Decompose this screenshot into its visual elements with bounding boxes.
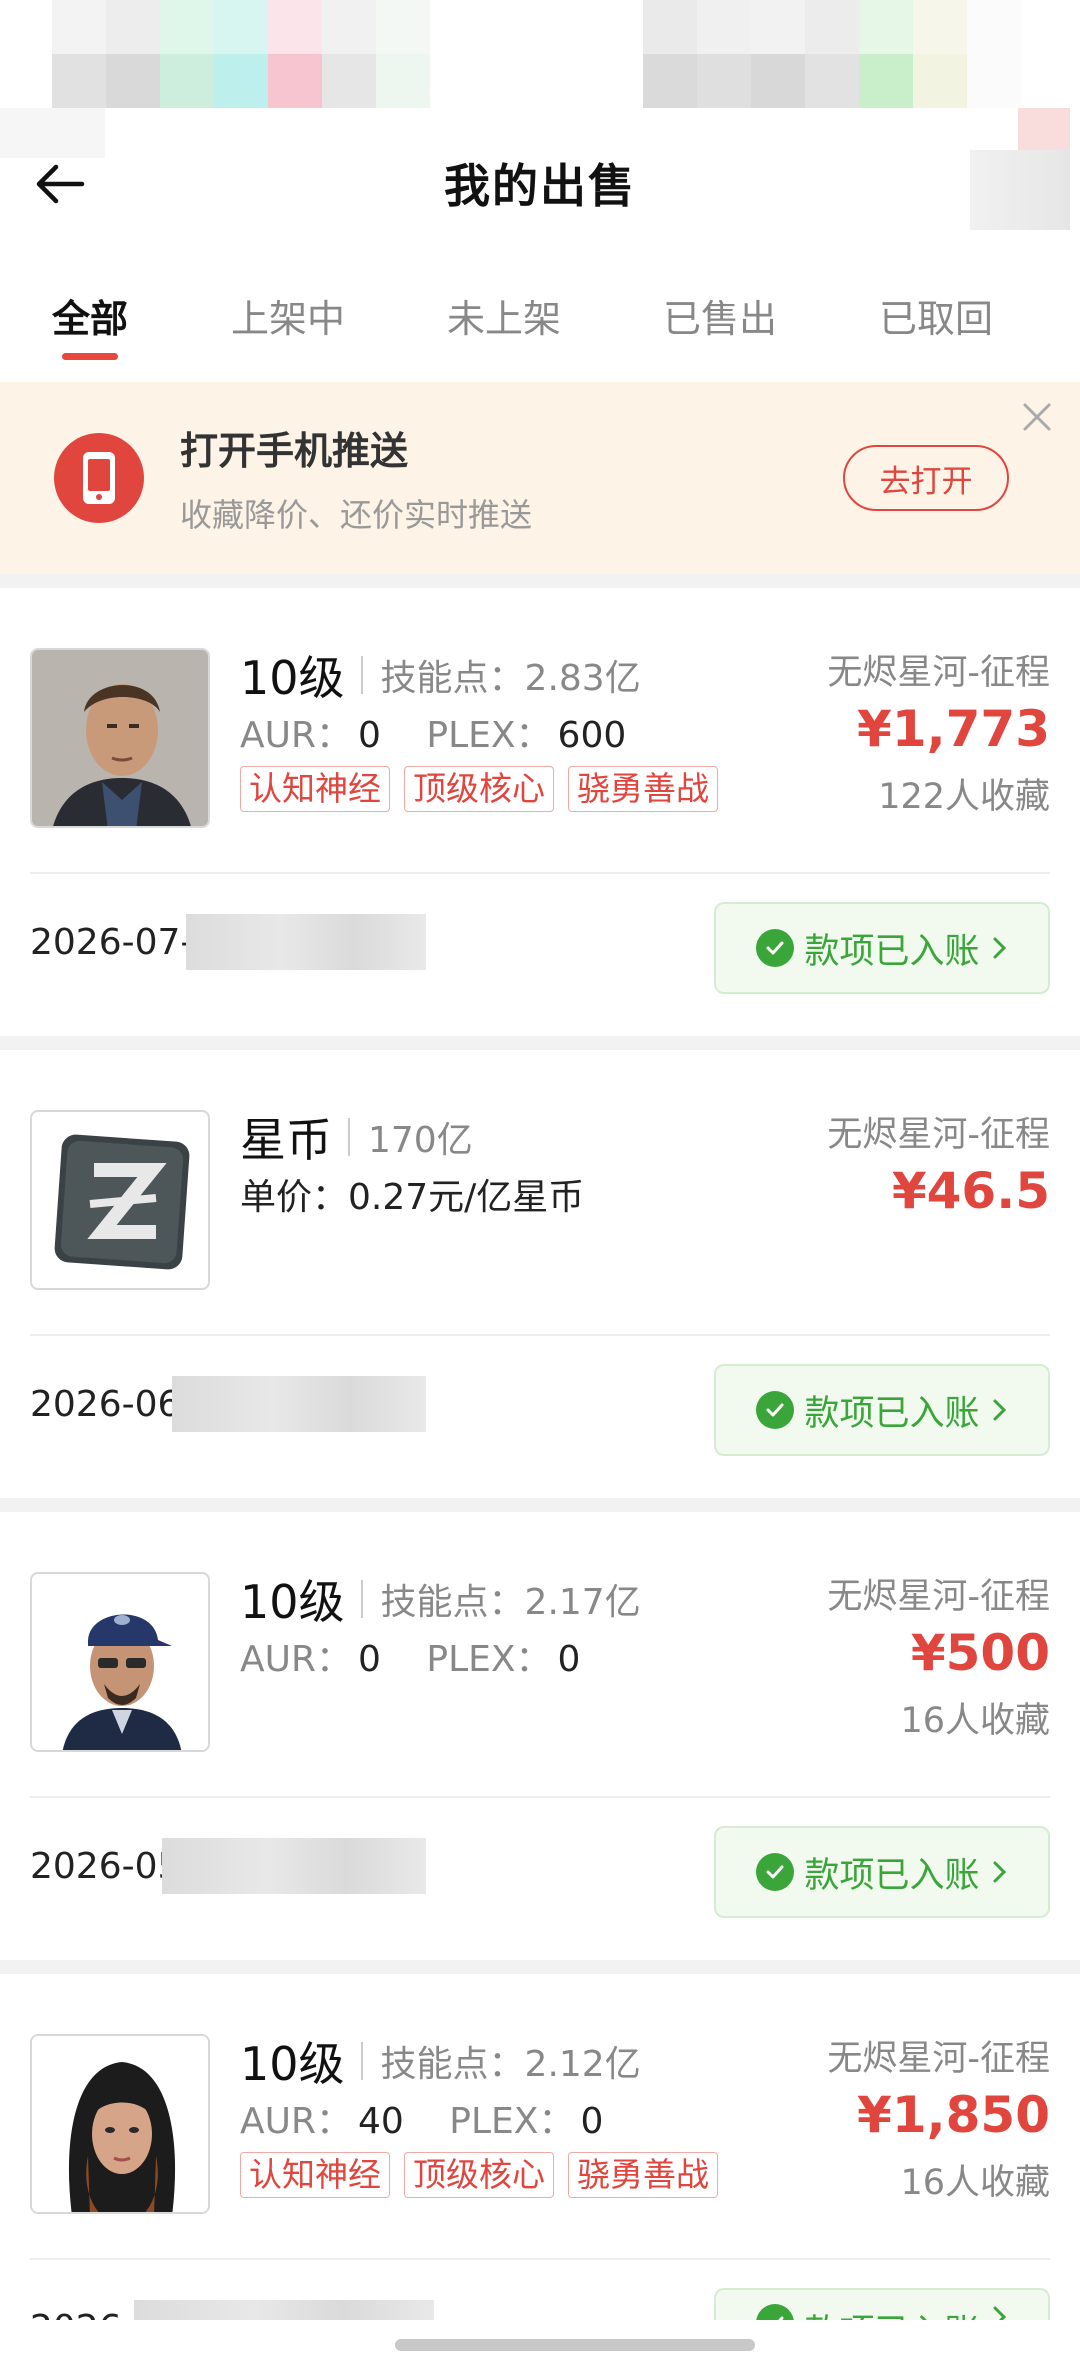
tab-all[interactable]: 全部 bbox=[0, 270, 180, 370]
server-name: 无烬星河-征程 bbox=[827, 653, 1050, 693]
plex-value: 600 bbox=[557, 715, 627, 756]
aur-label: AUR： bbox=[240, 1639, 352, 1680]
plex-value: 0 bbox=[557, 1639, 581, 1680]
tab-sold[interactable]: 已售出 bbox=[612, 270, 828, 370]
tag: 骁勇善战 bbox=[568, 2152, 718, 2198]
payment-received-button[interactable]: 款项已入账 bbox=[714, 902, 1050, 994]
tag: 骁勇善战 bbox=[568, 766, 718, 812]
card-divider bbox=[30, 872, 1050, 874]
server-name: 无烬星河-征程 bbox=[827, 1577, 1050, 1617]
character-avatar bbox=[30, 2034, 210, 2214]
skill-points: 技能点：2.17亿 bbox=[380, 1582, 641, 1623]
card-divider bbox=[30, 2258, 1050, 2260]
aur-value: 40 bbox=[358, 2101, 404, 2142]
status-bar-left-blur bbox=[52, 0, 430, 108]
price: ¥46.5 bbox=[891, 1162, 1050, 1220]
plex-label: PLEX： bbox=[426, 1639, 552, 1680]
skill-points: 技能点：2.83亿 bbox=[380, 658, 641, 699]
tab-retrieved[interactable]: 已取回 bbox=[828, 270, 1044, 370]
list-item[interactable]: 10级 技能点：2.17亿 AUR： 0 PLEX： 0 无烬星河-征程 ¥500 … bbox=[0, 1512, 1080, 1960]
status-bar-right-blur bbox=[643, 0, 1021, 108]
list-gap bbox=[0, 574, 1080, 588]
favorite-count: 122人收藏 bbox=[878, 777, 1050, 817]
price: ¥1,773 bbox=[857, 700, 1050, 758]
list-item[interactable]: 星币 170亿 单价：0.27元/亿星币 无烬星河-征程 ¥46.5 2026-… bbox=[0, 1050, 1080, 1498]
character-avatar bbox=[30, 1572, 210, 1752]
order-date: 2026-05 bbox=[30, 1846, 181, 1887]
header-right-blur bbox=[970, 150, 1070, 230]
tag: 顶级核心 bbox=[404, 2152, 554, 2198]
status-label: 款项已入账 bbox=[804, 931, 980, 972]
item-currency-info: AUR： 40 PLEX： 0 bbox=[240, 2092, 637, 2144]
divider bbox=[360, 1580, 363, 1618]
aur-value: 0 bbox=[358, 715, 381, 756]
server-name: 无烬星河-征程 bbox=[827, 2039, 1050, 2079]
list-item[interactable]: 10级 技能点：2.12亿 AUR： 40 PLEX： 0 认知神经 顶级核心 骁勇… bbox=[0, 1974, 1080, 2356]
server-name: 无烬星河-征程 bbox=[827, 1115, 1050, 1155]
banner-subtitle: 收藏降价、还价实时推送 bbox=[180, 496, 533, 534]
home-indicator[interactable] bbox=[395, 2339, 755, 2351]
price: ¥1,850 bbox=[857, 2086, 1050, 2144]
aur-label: AUR： bbox=[240, 715, 352, 756]
favorite-count: 16人收藏 bbox=[900, 1701, 1050, 1741]
date-blur bbox=[186, 914, 426, 970]
plex-label: PLEX： bbox=[426, 715, 552, 756]
favorite-count: 16人收藏 bbox=[900, 2163, 1050, 2203]
order-date: 2026-06 bbox=[30, 1384, 181, 1425]
divider bbox=[360, 2042, 363, 2080]
card-divider bbox=[30, 1796, 1050, 1798]
tag: 认知神经 bbox=[240, 766, 390, 812]
item-title: 10级 bbox=[240, 1575, 345, 1629]
plex-value: 0 bbox=[580, 2101, 604, 2142]
card-divider bbox=[30, 1334, 1050, 1336]
divider bbox=[360, 656, 363, 694]
phone-icon bbox=[54, 433, 144, 523]
date-blur bbox=[172, 1376, 426, 1432]
push-notification-banner: 打开手机推送 收藏降价、还价实时推送 去打开 bbox=[0, 382, 1080, 574]
tag: 顶级核心 bbox=[404, 766, 554, 812]
unit-price: 单价：0.27元/亿星币 bbox=[240, 1177, 585, 1218]
payment-received-button[interactable]: 款项已入账 bbox=[714, 1826, 1050, 1918]
item-currency-info: AUR： 0 PLEX： 600 bbox=[240, 706, 660, 758]
tab-bar: 全部 上架中 未上架 已售出 已取回 bbox=[0, 270, 1080, 370]
order-date: 2026-07- bbox=[30, 922, 194, 963]
payment-received-button[interactable]: 款项已入账 bbox=[714, 1364, 1050, 1456]
star-coin-icon bbox=[30, 1110, 210, 1290]
close-icon[interactable] bbox=[1022, 402, 1052, 432]
tag-list: 认知神经 顶级核心 骁勇善战 bbox=[240, 766, 718, 812]
app-header: 我的出售 bbox=[0, 130, 1080, 240]
item-currency-info: AUR： 0 PLEX： 0 bbox=[240, 1630, 614, 1682]
divider bbox=[348, 1118, 350, 1156]
list-item[interactable]: 10级 技能点：2.83亿 AUR： 0 PLEX： 600 认知神经 顶级核心 骁… bbox=[0, 588, 1080, 1036]
tab-listed[interactable]: 上架中 bbox=[180, 270, 396, 370]
chevron-right-icon bbox=[993, 937, 1006, 959]
item-title: 星币 bbox=[240, 1113, 332, 1167]
date-blur bbox=[162, 1838, 426, 1894]
tab-unlisted[interactable]: 未上架 bbox=[396, 270, 612, 370]
status-label: 款项已入账 bbox=[804, 1393, 980, 1434]
plex-label: PLEX： bbox=[449, 2101, 575, 2142]
skill-points: 技能点：2.12亿 bbox=[380, 2044, 641, 2085]
item-title: 10级 bbox=[240, 2037, 345, 2091]
chevron-right-icon bbox=[993, 1861, 1006, 1883]
list-gap bbox=[0, 1960, 1080, 1974]
tag-list: 认知神经 顶级核心 骁勇善战 bbox=[240, 2152, 718, 2198]
page-title: 我的出售 bbox=[444, 159, 636, 213]
check-circle-icon bbox=[756, 1853, 795, 1891]
character-avatar bbox=[30, 648, 210, 828]
price: ¥500 bbox=[910, 1624, 1050, 1682]
aur-value: 0 bbox=[358, 1639, 381, 1680]
banner-title: 打开手机推送 bbox=[180, 429, 409, 473]
enable-push-button[interactable]: 去打开 bbox=[843, 445, 1009, 511]
list-gap bbox=[0, 1498, 1080, 1512]
list-gap bbox=[0, 1036, 1080, 1050]
check-circle-icon bbox=[756, 1391, 795, 1429]
tag: 认知神经 bbox=[240, 2152, 390, 2198]
aur-label: AUR： bbox=[240, 2101, 352, 2142]
status-label: 款项已入账 bbox=[804, 1855, 980, 1896]
check-circle-icon bbox=[756, 929, 795, 967]
coin-amount: 170亿 bbox=[368, 1120, 473, 1161]
chevron-right-icon bbox=[993, 1399, 1006, 1421]
item-title: 10级 bbox=[240, 651, 345, 705]
